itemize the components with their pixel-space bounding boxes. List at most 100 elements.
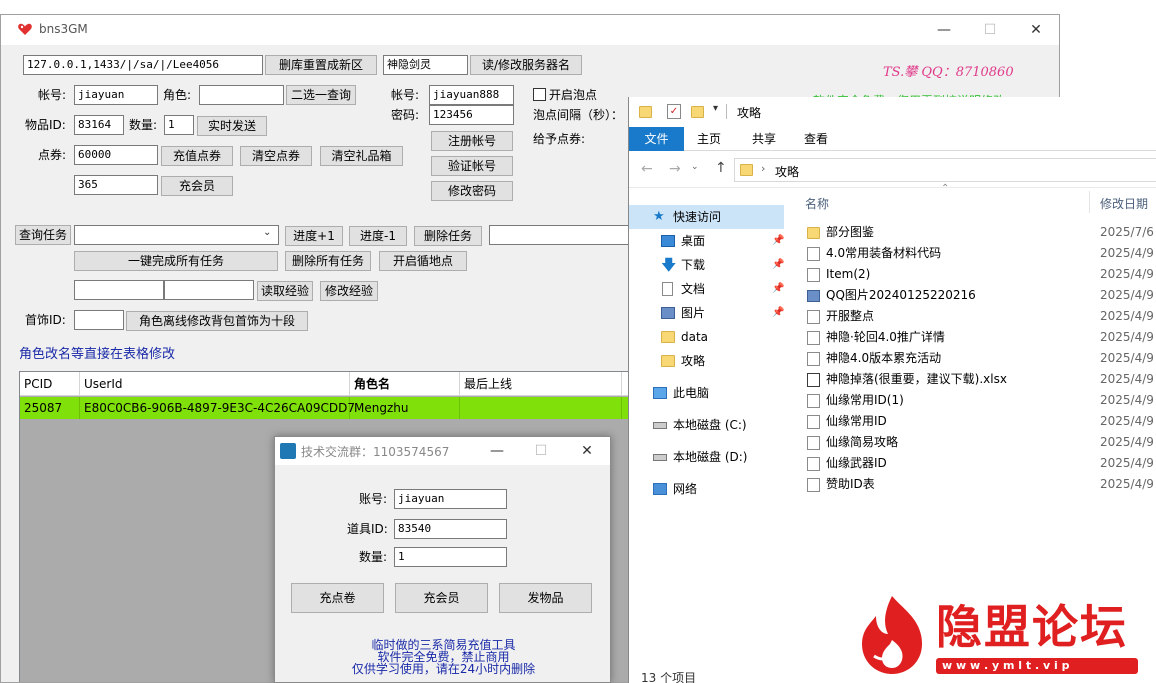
task-select[interactable] [74,225,279,245]
clear-points-button[interactable]: 清空点券 [240,146,312,166]
forward-arrow-icon[interactable]: → [669,161,681,177]
list-item[interactable]: 仙缘常用ID(1) 2025/4/9 [804,390,1154,411]
list-item[interactable]: 仙缘常用ID 2025/4/9 [804,411,1154,432]
server-name-input[interactable]: 神隐剑灵 [383,55,468,75]
delete-all-tasks-button[interactable]: 删除所有任务 [285,251,371,271]
header-userid[interactable]: UserId [80,372,350,396]
tab-file[interactable]: 文件 [629,127,684,151]
list-item[interactable]: QQ图片20240125220216 2025/4/9 [804,285,1154,306]
member-button[interactable]: 充会员 [161,176,233,196]
complete-all-tasks-button[interactable]: 一键完成所有任务 [74,251,278,271]
minimize-button[interactable]: — [921,15,967,45]
reg-password-input[interactable]: 123456 [429,105,514,125]
list-item[interactable]: 仙缘武器ID 2025/4/9 [804,453,1154,474]
list-item[interactable]: 开服整点 2025/4/9 [804,306,1154,327]
list-item[interactable]: 4.0常用装备材料代码 2025/4/9 [804,243,1154,264]
document-icon [807,268,820,282]
change-password-button[interactable]: 修改密码 [431,181,513,201]
file-list-header: ⌃ 名称 修改日期 [789,183,1156,217]
tab-share[interactable]: 共享 [739,127,789,151]
role-input[interactable] [199,85,284,105]
cell-last-online[interactable] [460,397,622,419]
header-role-name[interactable]: 角色名 [350,372,460,396]
cell-pcid[interactable]: 25087 [20,397,80,419]
register-button[interactable]: 注册帐号 [431,131,513,151]
send-button[interactable]: 实时发送 [197,116,267,136]
address-bar[interactable]: › 攻略 [734,158,1156,182]
jewelry-input[interactable] [74,310,124,330]
progress-plus-button[interactable]: 进度+1 [285,226,343,246]
jewelry-button[interactable]: 角色离线修改背包首饰为十段 [126,311,308,331]
qty-input[interactable]: 1 [164,115,194,135]
maximize-button[interactable]: ☐ [967,15,1013,45]
rename-server-button[interactable]: 读/修改服务器名 [470,55,582,75]
points-input[interactable]: 60000 [74,145,158,165]
list-item[interactable]: 赞助ID表 2025/4/9 [804,474,1154,495]
dialog-points-button[interactable]: 充点卷 [291,583,384,613]
exp-input-2[interactable] [164,280,254,300]
list-item[interactable]: 仙缘简易攻略 2025/4/9 [804,432,1154,453]
list-item[interactable]: 部分图鉴 2025/7/6 [804,222,1154,243]
column-date[interactable]: 修改日期 [1100,195,1148,212]
cell-role-name[interactable]: Mengzhu [350,397,460,419]
header-last-online[interactable]: 最后上线 [460,372,622,396]
tab-home[interactable]: 主页 [684,127,734,151]
query-task-button[interactable]: 查询任务 [15,225,71,245]
clear-gift-button[interactable]: 清空礼品箱 [320,146,403,166]
verify-button[interactable]: 验证帐号 [431,156,513,176]
address-text[interactable]: 攻略 [775,163,799,180]
item-id-input[interactable]: 83164 [74,115,124,135]
ts-note: TS.攀 QQ：8710860 [883,65,1014,80]
document-icon [807,310,820,324]
task-extra-input[interactable] [489,225,629,245]
reset-db-button[interactable]: 删库重置成新区 [265,55,377,75]
properties-icon[interactable]: ✓ [667,104,681,119]
breadcrumb-chevron-icon[interactable]: › [761,162,765,175]
tab-view[interactable]: 查看 [791,127,841,151]
dialog-qty-input[interactable]: 1 [394,547,507,567]
column-divider [1089,191,1090,213]
dialog-minimize-button[interactable]: — [475,437,519,465]
column-name[interactable]: 名称 [805,195,829,212]
account-input[interactable]: jiayuan [74,85,158,105]
dialog-items-button[interactable]: 发物品 [499,583,592,613]
quick-access-dropdown-icon[interactable]: ▾ [713,103,718,114]
recharge-points-button[interactable]: 充值点券 [161,146,233,166]
sort-chevron-icon[interactable]: ⌃ [941,183,949,194]
new-folder-icon[interactable] [691,106,704,118]
list-item[interactable]: 神隐掉落(很重要，建议下载).xlsx 2025/4/9 [804,369,1154,390]
query-button[interactable]: 二选一查询 [286,85,356,105]
recent-dropdown-icon[interactable]: ⌄ [691,162,699,172]
progress-minus-button[interactable]: 进度-1 [349,226,407,246]
cell-userid[interactable]: E80C0CB6-906B-4897-9E3C-4C26CA09CDD7 [80,397,355,419]
dialog-close-button[interactable]: ✕ [565,437,609,465]
list-item[interactable]: 神隐4.0版本累充活动 2025/4/9 [804,348,1154,369]
open-loop-button[interactable]: 开启循地点 [379,251,467,271]
header-pcid[interactable]: PCID [20,372,80,396]
document-icon [807,415,820,429]
chevron-down-icon[interactable]: ⌄ [263,227,271,238]
member-input[interactable]: 365 [74,175,158,195]
close-button[interactable]: ✕ [1013,15,1059,45]
dialog-account-input[interactable]: jiayuan [394,489,507,509]
document-icon [807,457,820,471]
table-header: PCID UserId 角色名 最后上线 [20,372,630,396]
watermark-url: w w w . y m l t . v i p [942,659,1070,672]
bubble-checkbox[interactable] [533,88,546,101]
up-arrow-icon[interactable]: ↑ [715,160,727,176]
delete-task-button[interactable]: 删除任务 [414,226,482,246]
dialog-item-input[interactable]: 83540 [394,519,507,539]
dialog-member-button[interactable]: 充会员 [395,583,488,613]
reg-account-input[interactable]: jiayuan888 [429,85,514,105]
list-item[interactable]: Item(2) 2025/4/9 [804,264,1154,285]
read-exp-button[interactable]: 读取经验 [257,281,313,301]
dialog-maximize-button[interactable]: ☐ [519,437,563,465]
list-item[interactable]: 神隐·轮回4.0推广详情 2025/4/9 [804,327,1154,348]
exp-input-1[interactable] [74,280,164,300]
back-arrow-icon[interactable]: ← [641,161,653,177]
dialog-app-icon [280,443,296,459]
table-row[interactable]: 25087 E80C0CB6-906B-4897-9E3C-4C26CA09CD… [20,397,630,419]
modify-exp-button[interactable]: 修改经验 [320,281,378,301]
image-file-icon [807,290,820,302]
connection-string-input[interactable]: 127.0.0.1,1433/|/sa/|/Lee4056 [23,55,263,75]
